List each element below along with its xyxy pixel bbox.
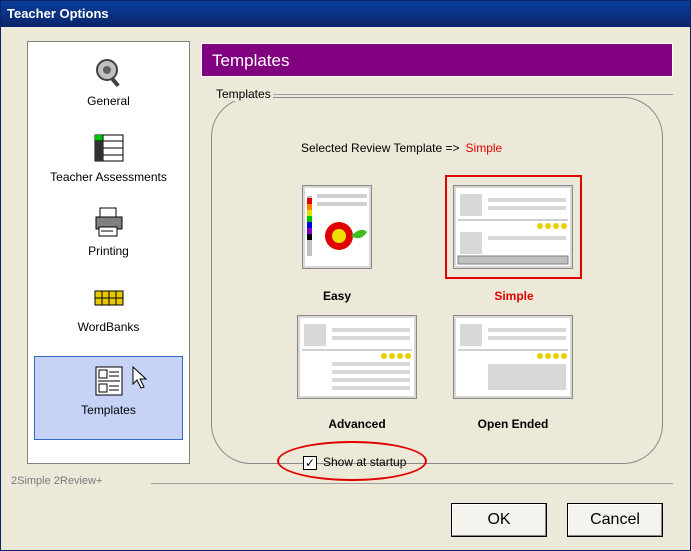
word-tiles-icon	[94, 290, 123, 306]
mouse-cursor-icon	[132, 366, 148, 389]
group-label: Templates	[214, 87, 273, 101]
template-label-simple: Simple	[494, 289, 534, 303]
magnifier-icon	[95, 59, 120, 88]
template-thumb-open-ended[interactable]	[453, 315, 573, 399]
template-label-open-ended: Open Ended	[477, 417, 549, 431]
spreadsheet-icon	[94, 134, 123, 162]
cancel-button[interactable]: Cancel	[567, 503, 663, 537]
template-thumb-advanced[interactable]	[297, 315, 417, 399]
window-title: Teacher Options	[1, 1, 690, 27]
templates-icon	[95, 366, 122, 396]
page-title: Templates	[201, 43, 673, 77]
easy-template-preview-icon	[307, 194, 367, 256]
sidebar-item-label: Teacher Assessments	[50, 170, 167, 184]
sidebar-item-label: WordBanks	[77, 320, 140, 334]
template-thumb-simple[interactable]	[453, 185, 573, 269]
sidebar-item-label: Printing	[88, 244, 129, 258]
advanced-template-preview-icon	[302, 324, 412, 390]
product-label: 2Simple 2Review+	[11, 475, 107, 487]
dialog-body: General Teacher Assessments Printing Wor…	[1, 27, 690, 550]
selected-template-value: Simple	[465, 141, 503, 155]
simple-template-preview-icon	[457, 194, 569, 265]
selected-template-prefix: Selected Review Template =>	[301, 141, 460, 155]
teacher-options-window: Teacher Options General Teacher Assessme…	[0, 0, 691, 551]
show-at-startup-row[interactable]: ✓ Show at startup	[303, 455, 406, 470]
template-thumb-easy[interactable]	[302, 185, 372, 269]
sidebar: General Teacher Assessments Printing Wor…	[27, 41, 190, 464]
sidebar-item-label: General	[87, 94, 130, 108]
sidebar-item-templates[interactable]: Templates	[34, 356, 183, 440]
sidebar-item-general[interactable]: General	[28, 56, 189, 108]
show-at-startup-checkbox[interactable]: ✓	[303, 455, 317, 470]
show-at-startup-label: Show at startup	[323, 455, 407, 469]
footer-divider	[151, 483, 673, 484]
sidebar-item-teacher-assessments[interactable]: Teacher Assessments	[28, 132, 189, 184]
ok-button[interactable]: OK	[451, 503, 547, 537]
selected-template-readout: Selected Review Template => Simple	[301, 141, 502, 155]
open-ended-template-preview-icon	[458, 324, 568, 390]
template-label-advanced: Advanced	[328, 417, 386, 431]
sidebar-item-label: Templates	[81, 403, 136, 417]
group-divider	[261, 94, 673, 95]
sidebar-item-wordbanks[interactable]: WordBanks	[28, 282, 189, 334]
sidebar-item-printing[interactable]: Printing	[28, 206, 189, 258]
template-label-easy: Easy	[322, 289, 352, 303]
printer-icon	[95, 207, 122, 237]
